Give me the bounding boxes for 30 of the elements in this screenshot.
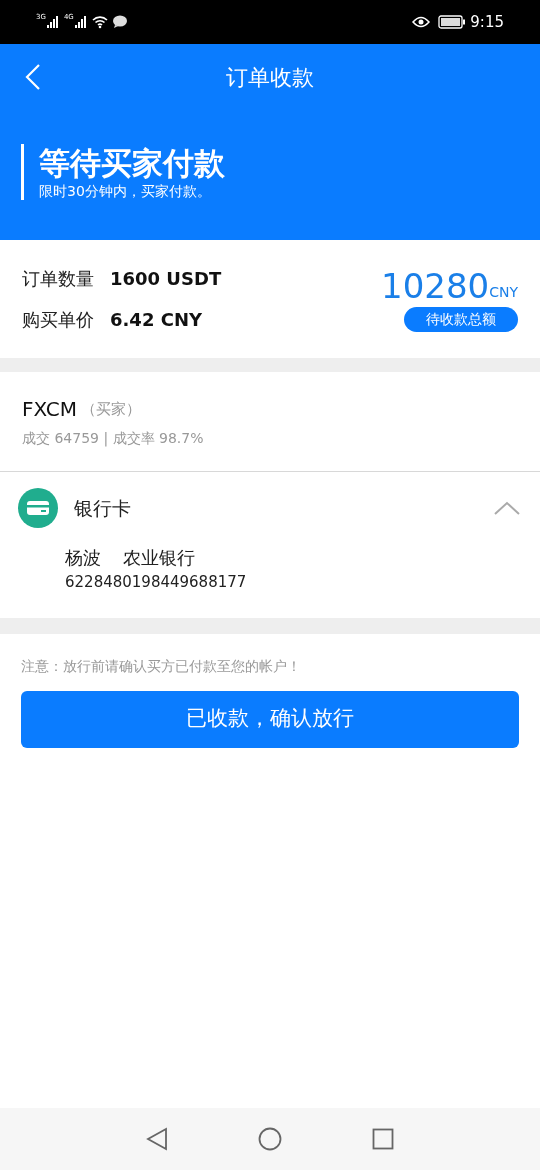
total-unit: CNY xyxy=(489,282,518,302)
status-subtitle: 限时30分钟内，买家付款。 xyxy=(39,182,212,200)
back-nav-icon[interactable] xyxy=(146,1127,168,1151)
status-heading: 等待买家付款 xyxy=(39,144,226,182)
wifi-icon xyxy=(91,15,108,29)
signal-icon xyxy=(73,15,88,29)
home-nav-icon[interactable] xyxy=(258,1127,282,1151)
summary-value: 1600 USDT xyxy=(110,267,222,291)
recents-nav-icon[interactable] xyxy=(372,1128,394,1150)
summary-label: 购买单价 xyxy=(22,308,94,332)
total-label: 待收款总额 xyxy=(404,306,518,332)
buyer-name: FXCM xyxy=(22,396,77,423)
account-holder: 杨波 xyxy=(65,546,101,570)
eye-icon xyxy=(412,16,431,28)
clock-time: 9:15 xyxy=(470,11,504,33)
payment-method: 银行卡 xyxy=(74,495,132,521)
summary-label: 订单数量 xyxy=(22,267,94,291)
account-number: 6228480198449688177 xyxy=(65,572,248,593)
notice-text: 注意：放行前请确认买方已付款至您的帐户！ xyxy=(21,656,302,676)
chat-icon xyxy=(111,15,128,29)
confirm-release-button[interactable]: 已收款，确认放行 xyxy=(21,690,519,748)
bank-name: 农业银行 xyxy=(123,546,195,570)
bank-card-icon xyxy=(18,488,58,528)
battery-icon xyxy=(438,15,467,29)
summary-value: 6.42 CNY xyxy=(110,308,202,332)
total-amount: 10280 xyxy=(381,266,490,305)
buyer-role: （买家） xyxy=(81,398,141,420)
page-title: 订单收款 xyxy=(226,63,314,92)
buyer-stats: 成交 64759 | 成交率 98.7% xyxy=(22,429,205,449)
signal-icon xyxy=(45,15,60,29)
